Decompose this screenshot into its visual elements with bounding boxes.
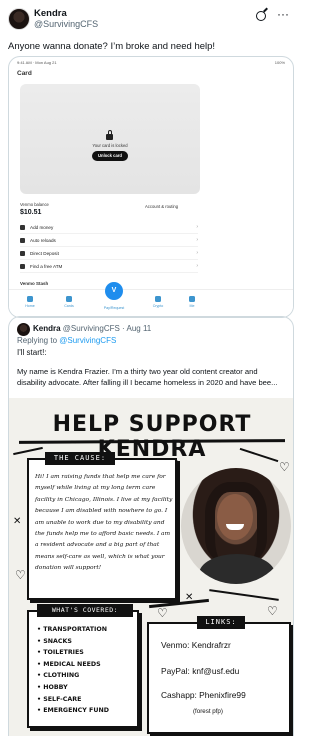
list-item: CLOTHING xyxy=(37,670,109,682)
covered-list: TRANSPORTATION SNACKS TOILETRIES MEDICAL… xyxy=(37,624,109,717)
menu-item-label: Add money xyxy=(30,224,54,230)
tab-home: Home xyxy=(15,296,45,308)
list-item: EMERGENCY FUND xyxy=(37,705,109,717)
menu-item-label: Direct Deposit xyxy=(30,250,59,256)
covered-section: WHAT'S COVERED: TRANSPORTATION SNACKS TO… xyxy=(27,604,139,728)
heart-icon: ♡ xyxy=(157,606,168,620)
tab-me: Me xyxy=(177,296,207,308)
profile-icon xyxy=(189,296,195,302)
more-options-icon[interactable]: ··· xyxy=(277,8,289,20)
tab-label: Me xyxy=(189,304,195,308)
tab-pay-request: Pay/Request xyxy=(99,306,129,310)
photo-face xyxy=(217,494,253,540)
quoted-tweet[interactable]: Kendra @SurvivingCFS · Aug 11 Replying t… xyxy=(8,316,294,736)
balance-label: Venmo balance xyxy=(20,202,49,207)
heart-icon: ♡ xyxy=(267,604,278,618)
x-mark-decoration: ✕ xyxy=(13,516,22,527)
lock-icon xyxy=(106,130,113,140)
list-item: SELF-CARE xyxy=(37,694,109,706)
list-item: MEDICAL NEEDS xyxy=(37,659,109,671)
paypal-link: PayPal: knf@usf.edu xyxy=(161,666,240,676)
list-item: TOILETRIES xyxy=(37,647,109,659)
menu-item-label: Find a free ATM xyxy=(30,263,63,269)
author-handle[interactable]: @SurvivingCFS xyxy=(34,19,98,29)
phone-status-left: 9:41 AM · Mon Aug 21 xyxy=(17,60,57,65)
chevron-right-icon: › xyxy=(196,237,198,243)
list-item: HOBBY xyxy=(37,682,109,694)
flyer-image[interactable]: HELP SUPPORT KENDRA ♡ ♡ ♡ ♡ ♡ ✕ ✕ THE CA… xyxy=(9,398,293,736)
tab-label: Home xyxy=(25,304,35,308)
quoted-text-line1: I'll start!: xyxy=(17,348,47,357)
replying-handle: @SurvivingCFS xyxy=(59,336,117,345)
quoted-header: Kendra @SurvivingCFS · Aug 11 xyxy=(33,324,151,333)
unlock-card-button: Unlock card xyxy=(92,151,128,161)
cause-section: THE CAUSE: Hi! I am raising funds that h… xyxy=(27,452,177,600)
venmo-link: Venmo: Kendrafrzr xyxy=(161,640,231,650)
tab-label: Pay/Request xyxy=(103,306,125,310)
x-mark-decoration: ✕ xyxy=(185,592,194,603)
card-icon xyxy=(66,296,72,302)
covered-label: WHAT'S COVERED: xyxy=(37,604,133,617)
menu-item-label: Auto reloads xyxy=(30,237,56,243)
menu-item-auto-reloads: Auto reloads › xyxy=(20,234,198,247)
quoted-avatar xyxy=(17,323,30,336)
heart-icon: ♡ xyxy=(15,568,26,582)
grok-icon[interactable] xyxy=(256,11,266,21)
venmo-pay-button: V xyxy=(105,282,123,300)
card-locked-text: Your card is locked xyxy=(92,143,128,148)
heart-icon: ♡ xyxy=(279,460,290,474)
cause-text: Hi! I am raising funds that help me care… xyxy=(35,474,173,572)
menu-item-add-money: Add money › xyxy=(20,221,198,234)
quoted-text-body1: My name is Kendra Frazier. I’m a thirty … xyxy=(17,367,258,376)
quoted-text-body2: disability advocate. After falling ill I… xyxy=(17,378,278,387)
home-icon xyxy=(27,296,33,302)
menu-item-direct-deposit: Direct Deposit › xyxy=(20,247,198,260)
chevron-right-icon: › xyxy=(196,263,198,269)
phone-screen-title: Card xyxy=(17,70,32,77)
scribble-decoration xyxy=(209,589,279,601)
add-money-icon xyxy=(20,224,25,230)
balance-value: $10.51 xyxy=(20,209,42,216)
links-label: LINKS: xyxy=(197,616,245,629)
chevron-right-icon: › xyxy=(196,250,198,256)
tweet-text: Anyone wanna donate? I’m broke and need … xyxy=(8,41,216,52)
list-item: TRANSPORTATION xyxy=(37,624,109,636)
avatar[interactable] xyxy=(8,8,30,30)
chevron-right-icon: › xyxy=(196,224,198,230)
author-name[interactable]: Kendra xyxy=(34,8,67,19)
replying-to: Replying to @SurvivingCFS xyxy=(17,336,116,345)
card-menu-list: Add money › Auto reloads › Direct Deposi… xyxy=(20,221,198,273)
tab-label: Crypto xyxy=(152,304,164,308)
quoted-handle-date: @SurvivingCFS · Aug 11 xyxy=(62,324,152,333)
atm-icon xyxy=(20,263,25,269)
direct-deposit-icon xyxy=(20,250,25,256)
account-routing-link: Account & routing xyxy=(145,204,179,209)
profile-photo xyxy=(181,468,291,584)
tab-label: Cards xyxy=(64,304,74,308)
card-preview: Your card is locked Unlock card xyxy=(20,84,200,194)
crypto-icon xyxy=(155,296,161,302)
cashapp-link: Cashapp: Phenixfire99 xyxy=(161,690,246,700)
attached-screenshot[interactable]: 9:41 AM · Mon Aug 21 100% Card Your card… xyxy=(8,56,294,318)
cashapp-note: (forest pfp) xyxy=(193,708,223,715)
tab-cards: Cards xyxy=(54,296,84,308)
stash-label: Venmo Stash xyxy=(20,281,49,286)
links-section: LINKS: Venmo: Kendrafrzr PayPal: knf@usf… xyxy=(147,616,291,734)
photo-shoulders xyxy=(199,554,275,584)
tab-crypto: Crypto xyxy=(143,296,173,308)
cause-label: THE CAUSE: xyxy=(45,452,115,465)
phone-tab-bar: Home Cards Pay/Request V Crypto Me xyxy=(9,282,293,317)
auto-reload-icon xyxy=(20,237,25,243)
quoted-author-name: Kendra xyxy=(33,324,61,333)
list-item: SNACKS xyxy=(37,636,109,648)
phone-status-right: 100% xyxy=(274,60,285,65)
menu-item-find-atm: Find a free ATM › xyxy=(20,260,198,273)
replying-prefix: Replying to xyxy=(17,336,58,345)
